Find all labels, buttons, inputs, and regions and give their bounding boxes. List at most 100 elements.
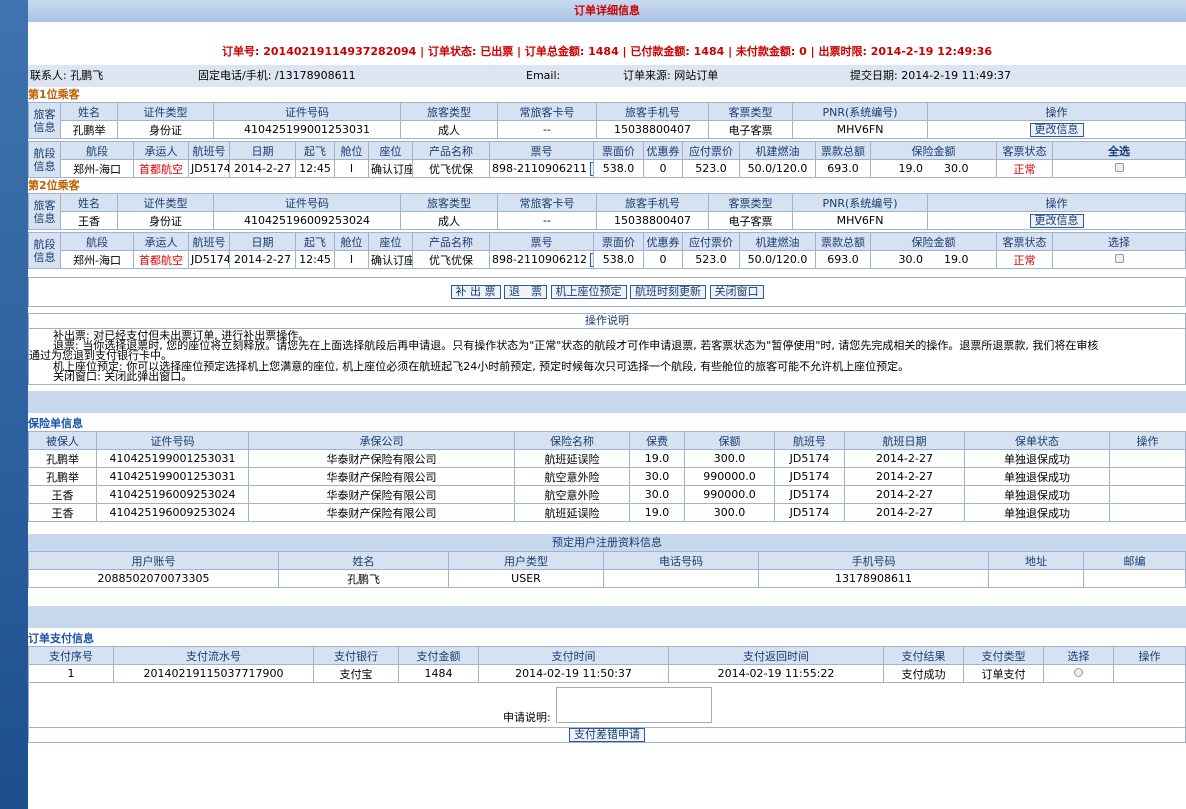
col-mobile: 旅客手机号 [596, 102, 709, 121]
policy-status: 单独退保成功 [964, 485, 1110, 504]
user-info-title: 预定用户注册资料信息 [552, 536, 662, 549]
insurance-heading: 保险单信息 [28, 417, 83, 430]
coverage: 300.0 [684, 503, 775, 522]
seg-col-total: 票款总额 [815, 232, 871, 251]
seg-select-cell [1052, 159, 1186, 178]
pay-col: 支付金额 [398, 646, 479, 665]
pay-result: 支付成功 [883, 664, 964, 683]
action-bar: 补 出 票 退 票 机上座位预定 航班时刻更新 关闭窗口 [28, 277, 1186, 307]
col-card: 常旅客卡号 [497, 193, 597, 212]
seg-col-flight: 航班号 [188, 141, 230, 160]
ins-col: 被保人 [28, 431, 97, 450]
apply-textarea[interactable] [556, 687, 712, 723]
flight-no: JD5174 [774, 467, 845, 486]
user-col: 邮编 [1083, 551, 1186, 570]
insured-name: 孔鹏举 [28, 467, 97, 486]
change-info-button[interactable]: 更改信息 [1029, 213, 1084, 228]
flight-date: 2014-2-27 [844, 467, 965, 486]
ins-col: 保额 [684, 431, 775, 450]
seg-col-status: 客票状态 [996, 232, 1053, 251]
apply-label: 申请说明: [503, 711, 551, 724]
seg-col-select[interactable]: 全选 [1052, 141, 1186, 160]
user-info-heading: 预定用户注册资料信息 [28, 534, 1186, 551]
schedule-update-button[interactable]: 航班时刻更新 [630, 285, 706, 299]
seg-date: 2014-2-27 [229, 250, 296, 269]
passenger-side-label: 旅客信息 [28, 102, 61, 139]
seg-col-cabin: 舱位 [334, 232, 369, 251]
user-address [988, 569, 1084, 588]
seg-col-payable: 应付票价 [682, 141, 740, 160]
user-info-table: 用户账号 姓名 用户类型 电话号码 手机号码 地址 邮编 20885020700… [28, 551, 1186, 588]
pay-serial: 20140219115037717900 [113, 664, 314, 683]
passenger-id-no: 410425196009253024 [213, 211, 401, 230]
col-card: 常旅客卡号 [497, 102, 597, 121]
apply-cell: 申请说明: [28, 682, 1186, 728]
pay-col: 支付流水号 [113, 646, 314, 665]
flight-no: JD5174 [774, 449, 845, 468]
passenger-name: 孔鹏举 [60, 120, 118, 139]
close-window-button[interactable]: 关闭窗口 [709, 285, 764, 299]
col-id-type: 证件类型 [117, 102, 214, 121]
seg-seat: 确认订座 [368, 250, 413, 269]
premium: 30.0 [629, 485, 685, 504]
pay-col: 支付时间 [478, 646, 669, 665]
seg-col-insurance: 保险金额 [870, 232, 997, 251]
insurance-name: 航空意外险 [514, 467, 630, 486]
ins-col: 保费 [629, 431, 685, 450]
change-info-button[interactable]: 更改信息 [1029, 122, 1084, 137]
col-name: 姓名 [60, 102, 118, 121]
user-col: 姓名 [278, 551, 449, 570]
passenger-1-heading: 第1位乘客 [28, 88, 80, 101]
seg-total: 693.0 [815, 250, 871, 269]
seg-coupon: 0 [643, 159, 683, 178]
seg-product: 优飞优保 [412, 250, 490, 269]
pay-amount: 1484 [398, 664, 479, 683]
passenger-ticket-type: 电子客票 [708, 211, 793, 230]
pay-col: 支付银行 [313, 646, 399, 665]
seg-insurance-cell: 19.0 30.0 [870, 159, 997, 178]
passenger-2-segment-table: 航段信息 航段 承运人 航班号 日期 起飞 舱位 座位 产品名称 票号 票面价 … [28, 232, 1186, 269]
insurance-name: 航空意外险 [514, 485, 630, 504]
pay-col: 支付类型 [963, 646, 1044, 665]
submit-date: 提交日期: 2014-2-19 11:49:37 [850, 69, 1012, 82]
passenger-action-cell: 更改信息 [927, 211, 1186, 230]
policy-action [1109, 449, 1186, 468]
seg-col-route: 航段 [60, 141, 134, 160]
insured-name: 孔鹏举 [28, 449, 97, 468]
col-ticket-type: 客票类型 [708, 102, 793, 121]
insured-name: 王香 [28, 503, 97, 522]
seg-col-total: 票款总额 [815, 141, 871, 160]
seg-payable: 523.0 [682, 159, 740, 178]
insured-id: 410425196009253024 [96, 503, 249, 522]
table-row: 孔鹏举 410425199001253031 华泰财产保险有限公司 航空意外险 … [28, 467, 1186, 486]
col-passenger-type: 旅客类型 [400, 102, 498, 121]
coverage: 990000.0 [684, 467, 775, 486]
segment-checkbox[interactable] [1114, 163, 1124, 172]
submit-cell: 支付差错申请 [28, 727, 1186, 743]
pay-col: 支付结果 [883, 646, 964, 665]
payment-radio[interactable] [1074, 668, 1083, 677]
passenger-action-cell: 更改信息 [927, 120, 1186, 139]
user-col: 手机号码 [758, 551, 989, 570]
seg-col-coupon: 优惠券 [643, 141, 683, 160]
payment-heading: 订单支付信息 [28, 632, 94, 645]
contact-email: Email: [526, 69, 561, 82]
reissue-button[interactable]: 补 出 票 [450, 285, 501, 299]
seat-reserve-button[interactable]: 机上座位预定 [550, 285, 627, 299]
user-zip [1083, 569, 1186, 588]
passenger-2-info-table: 旅客信息 姓名 证件类型 证件号码 旅客类型 常旅客卡号 旅客手机号 客票类型 … [28, 193, 1186, 230]
seg-col-flight: 航班号 [188, 232, 230, 251]
seg-col-tax: 机建燃油 [739, 232, 816, 251]
insurer: 华泰财产保险有限公司 [248, 467, 515, 486]
page-title: 订单详细信息 [28, 0, 1186, 22]
payment-error-submit-button[interactable]: 支付差错申请 [569, 728, 645, 742]
seg-seat: 确认订座 [368, 159, 413, 178]
seg-col-carrier: 承运人 [133, 141, 189, 160]
segment-checkbox[interactable] [1114, 254, 1124, 263]
seg-col-select: 选择 [1052, 232, 1186, 251]
seg-insurance-cell: 30.0 19.0 [870, 250, 997, 269]
user-col: 用户类型 [448, 551, 604, 570]
seg-dep: 12:45 [295, 250, 335, 269]
refund-button[interactable]: 退 票 [504, 285, 547, 299]
ins-col: 保险名称 [514, 431, 630, 450]
